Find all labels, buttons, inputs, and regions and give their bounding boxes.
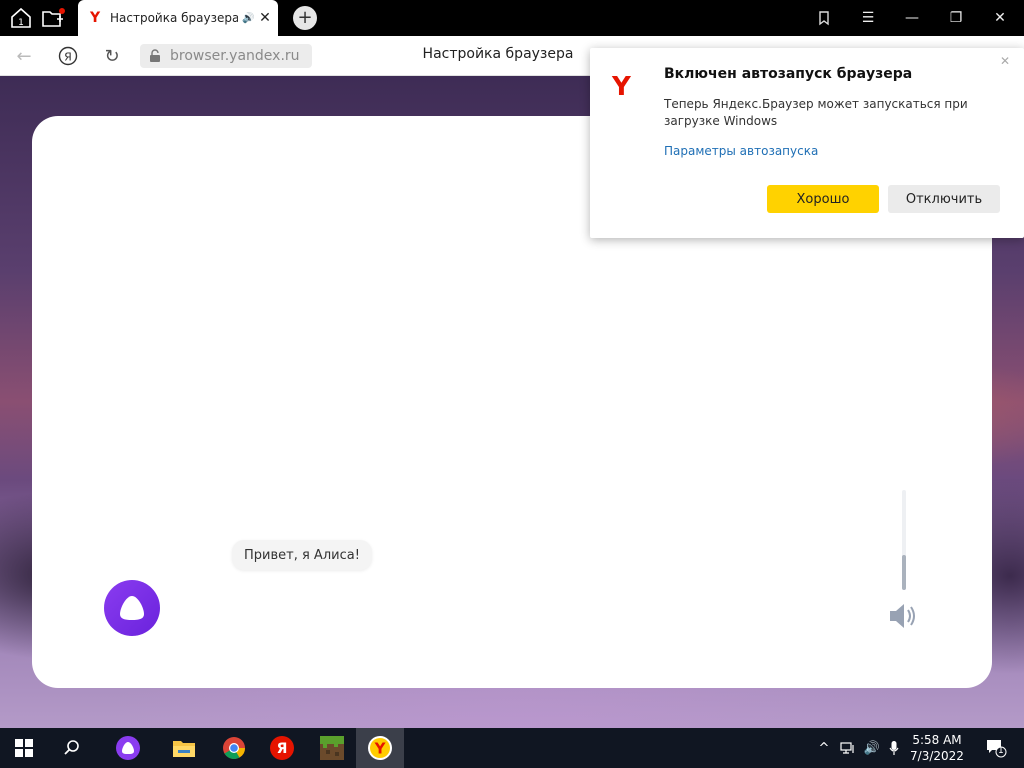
reload-button[interactable]: ↻ bbox=[100, 44, 124, 68]
network-icon[interactable] bbox=[838, 738, 858, 758]
windows-taskbar: Я Y ^ 🔊 5:58 AM 7/3/2022 1 bbox=[0, 728, 1024, 768]
svg-text:1: 1 bbox=[18, 18, 24, 28]
clock-time: 5:58 AM bbox=[912, 733, 962, 747]
minimize-icon: — bbox=[905, 10, 919, 26]
notification-title: Включен автозапуск браузера bbox=[664, 66, 913, 82]
microphone-icon[interactable] bbox=[884, 738, 904, 758]
volume-tray-icon[interactable]: 🔊 bbox=[862, 738, 882, 758]
plus-icon: + bbox=[297, 7, 313, 28]
arrow-left-icon: ← bbox=[16, 45, 32, 67]
notification-body: Теперь Яндекс.Браузер может запускаться … bbox=[664, 97, 968, 128]
svg-text:Я: Я bbox=[64, 51, 72, 64]
system-clock[interactable]: 5:58 AM 7/3/2022 bbox=[906, 732, 968, 764]
volume-slider-fill bbox=[902, 555, 906, 590]
bookmarks-button[interactable] bbox=[802, 0, 846, 36]
volume-slider[interactable] bbox=[902, 490, 906, 590]
alice-button[interactable] bbox=[104, 580, 160, 636]
chrome-icon bbox=[223, 737, 245, 759]
taskbar-yandex-browser[interactable]: Y bbox=[356, 728, 404, 768]
alice-greeting-bubble: Привет, я Алиса! bbox=[232, 540, 372, 570]
ok-button[interactable]: Хорошо bbox=[767, 185, 879, 213]
minecraft-icon bbox=[320, 736, 344, 760]
browser-titlebar: 1 Y Настройка браузера 🔊 ✕ + ☰ — ❐ ✕ bbox=[0, 0, 1024, 36]
svg-text:Y: Y bbox=[374, 740, 387, 758]
close-window-button[interactable]: ✕ bbox=[978, 0, 1022, 36]
taskbar-chrome[interactable] bbox=[210, 728, 258, 768]
lock-icon bbox=[150, 49, 160, 62]
back-button[interactable]: ← bbox=[12, 44, 36, 68]
folder-add-icon bbox=[42, 8, 65, 27]
menu-button[interactable]: ☰ bbox=[846, 0, 890, 36]
yandex-button[interactable]: Я bbox=[56, 44, 80, 68]
action-center-button[interactable]: 1 bbox=[984, 738, 1008, 758]
collections-icon bbox=[819, 11, 829, 26]
tab-close-icon[interactable]: ✕ bbox=[258, 10, 272, 26]
autostart-settings-link[interactable]: Параметры автозапуска bbox=[664, 144, 818, 158]
new-group-button[interactable] bbox=[38, 4, 68, 32]
windows-icon bbox=[15, 739, 33, 757]
new-tab-button[interactable]: + bbox=[293, 6, 317, 30]
taskbar-alice[interactable] bbox=[104, 728, 152, 768]
reload-icon: ↻ bbox=[104, 45, 120, 67]
taskbar-file-explorer[interactable] bbox=[160, 728, 208, 768]
restore-button[interactable]: ❐ bbox=[934, 0, 978, 36]
tray-chevron-up-icon[interactable]: ^ bbox=[814, 738, 834, 758]
tab-title: Настройка браузера bbox=[110, 11, 238, 25]
clock-date: 7/3/2022 bbox=[910, 749, 964, 763]
yandex-browser-icon: Y bbox=[368, 736, 392, 760]
home-tabs-button[interactable]: 1 bbox=[6, 4, 36, 32]
tab-browser-settings[interactable]: Y Настройка браузера 🔊 ✕ bbox=[78, 0, 278, 36]
search-button[interactable] bbox=[48, 728, 96, 768]
notification-count: 1 bbox=[998, 746, 1004, 756]
home-icon: 1 bbox=[11, 7, 31, 28]
minimize-button[interactable]: — bbox=[890, 0, 934, 36]
folder-icon bbox=[173, 741, 195, 757]
url-field[interactable]: browser.yandex.ru bbox=[140, 44, 312, 68]
autostart-notification: Y ✕ Включен автозапуск браузера Теперь Я… bbox=[590, 48, 1024, 238]
yandex-logo-icon: Y bbox=[612, 72, 631, 102]
alice-icon bbox=[120, 596, 144, 620]
speaker-icon[interactable] bbox=[886, 598, 922, 634]
notification-close-icon[interactable]: ✕ bbox=[1000, 54, 1010, 68]
url-text: browser.yandex.ru bbox=[170, 48, 300, 64]
close-icon: ✕ bbox=[994, 10, 1006, 26]
tab-audio-icon[interactable]: 🔊 bbox=[242, 13, 256, 24]
hamburger-icon: ☰ bbox=[861, 10, 875, 26]
taskbar-minecraft[interactable] bbox=[308, 728, 356, 768]
yandex-logo-icon: Y bbox=[90, 10, 101, 26]
start-button[interactable] bbox=[0, 728, 48, 768]
disable-button[interactable]: Отключить bbox=[888, 185, 1000, 213]
alice-icon bbox=[116, 736, 140, 760]
svg-text:Я: Я bbox=[277, 741, 288, 757]
page-title: Настройка браузера bbox=[422, 46, 574, 62]
restore-icon: ❐ bbox=[949, 10, 963, 26]
yandex-circle-icon: Я bbox=[58, 46, 78, 66]
yandex-icon: Я bbox=[270, 736, 294, 760]
search-icon bbox=[64, 740, 79, 755]
taskbar-yandex[interactable]: Я bbox=[258, 728, 306, 768]
